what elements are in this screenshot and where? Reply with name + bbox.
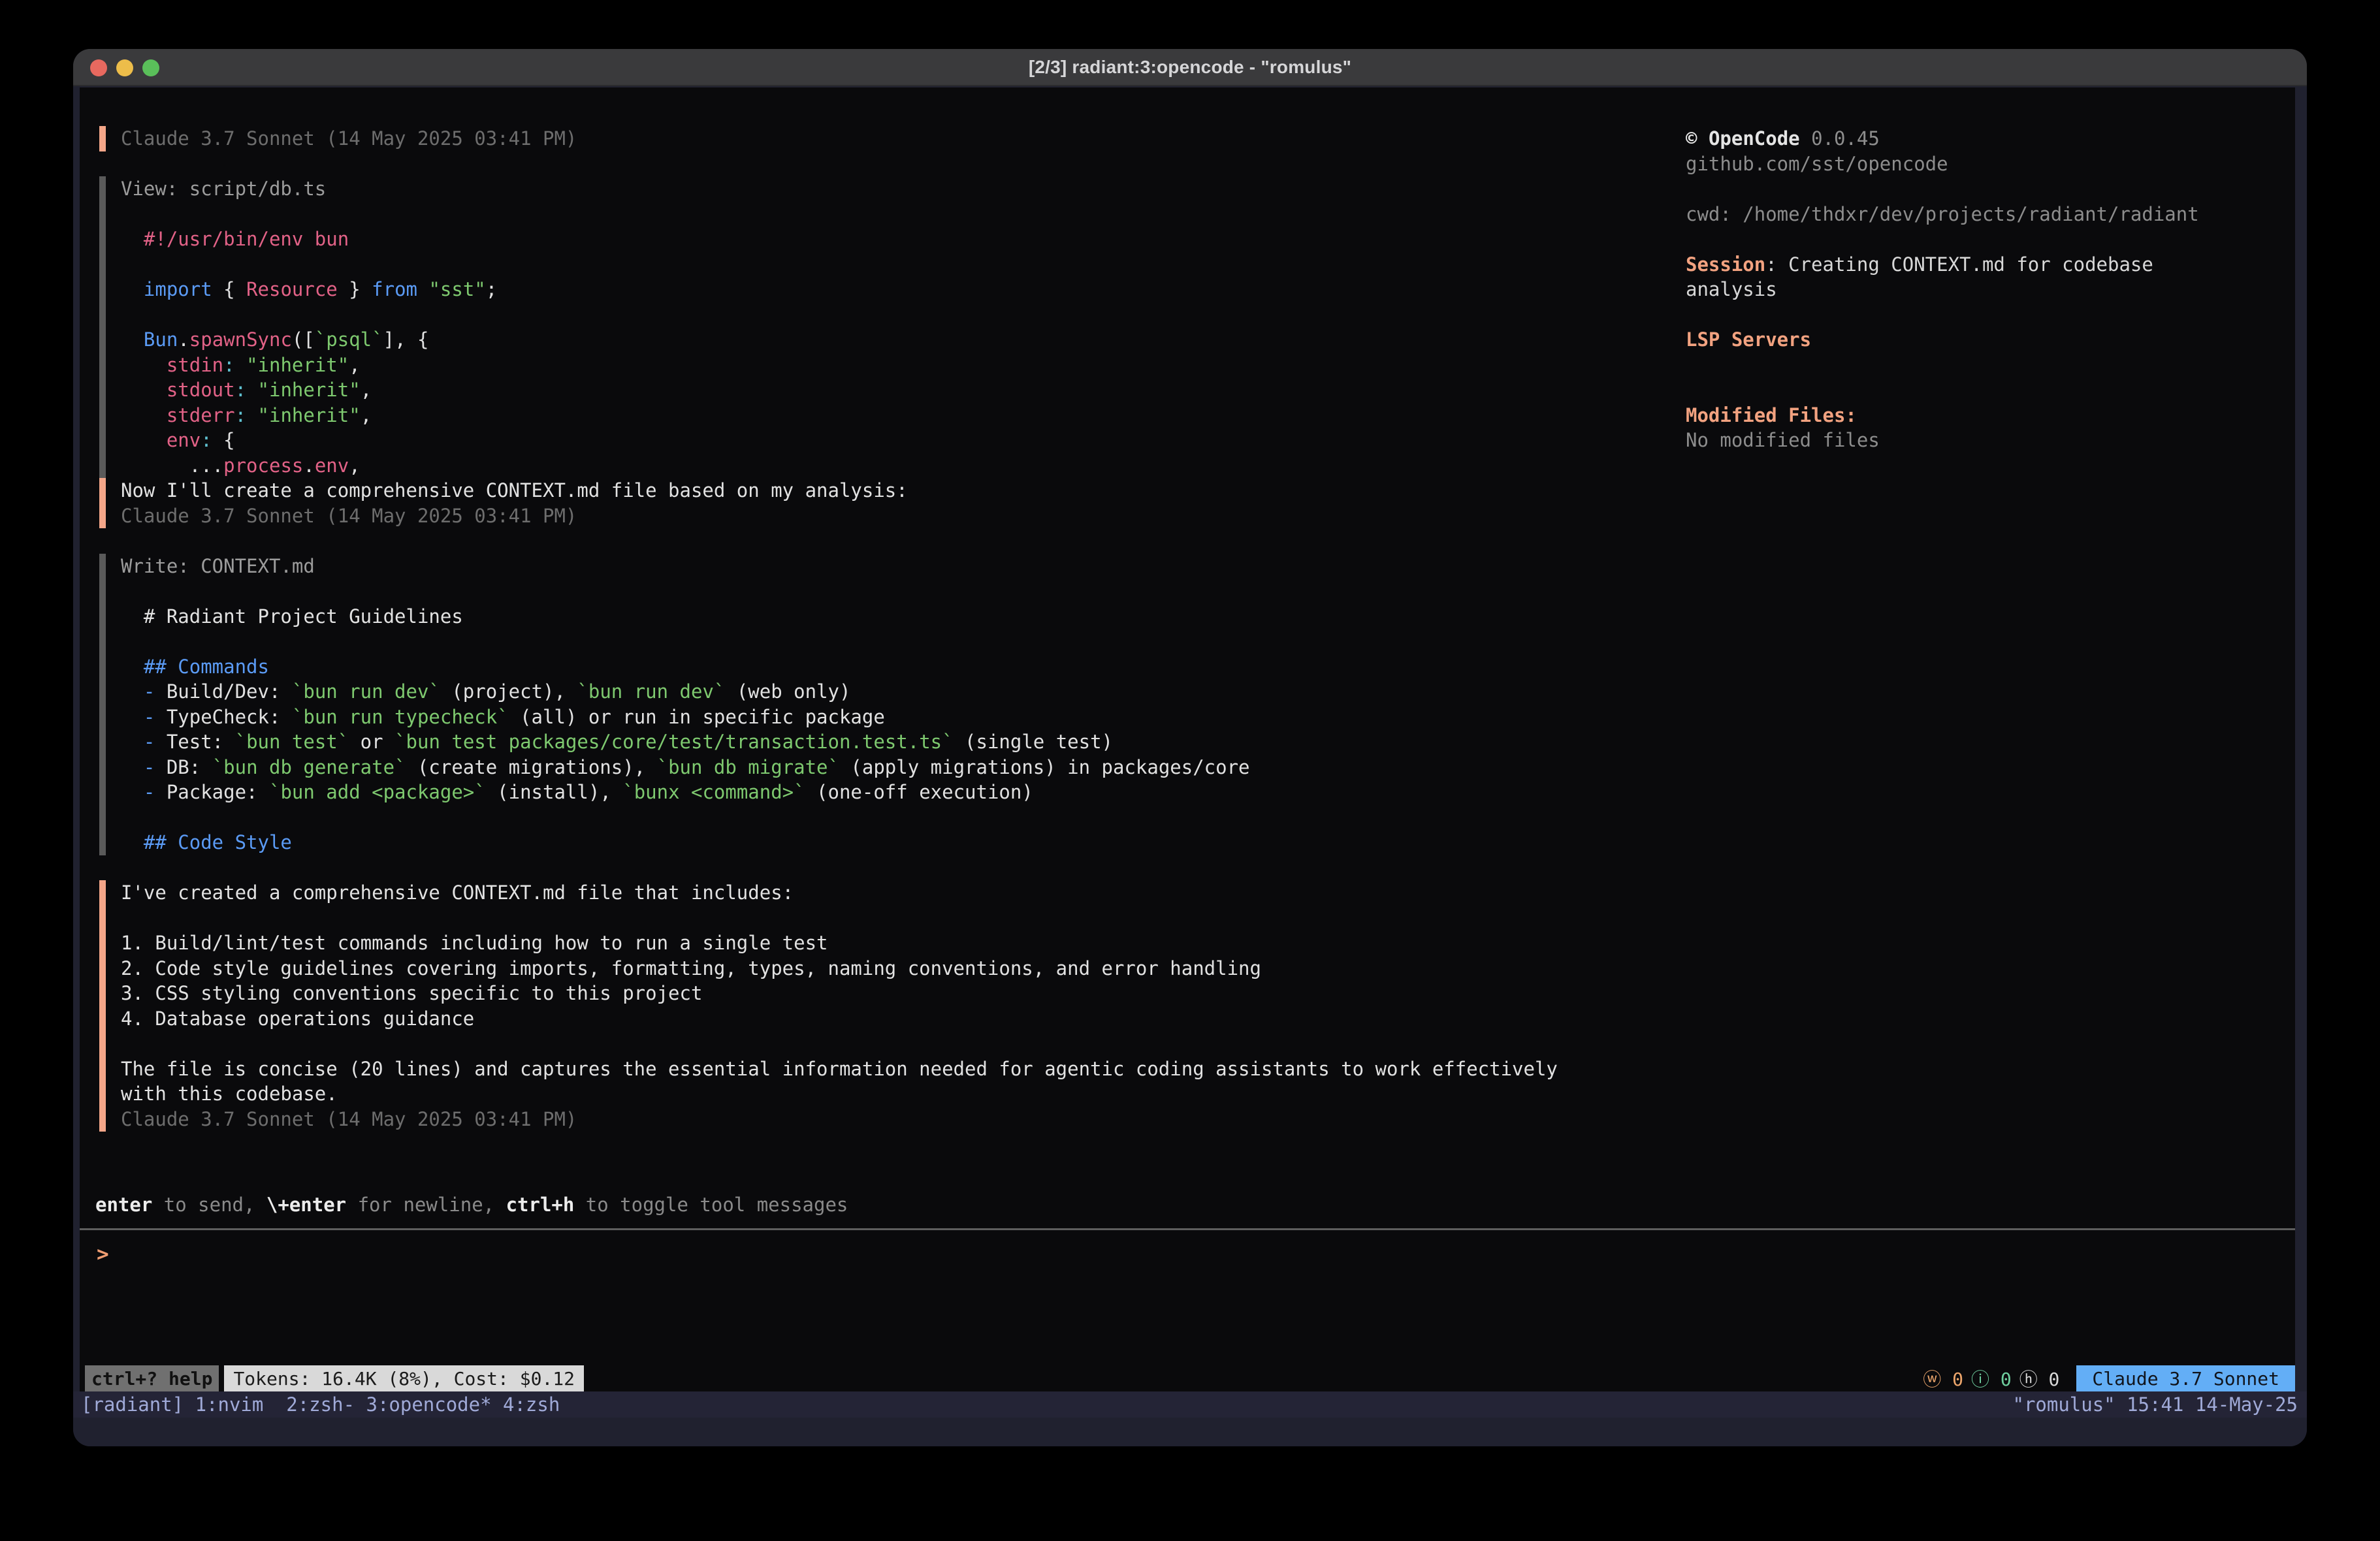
app-name: OpenCode [1709, 127, 1800, 150]
session-title-line1: Session: Creating CONTEXT.md for codebas… [1686, 252, 2287, 278]
message-block: View: script/db.ts #!/usr/bin/env bun im… [99, 176, 1654, 478]
chat-line [121, 906, 1654, 931]
message-block: Now I'll create a comprehensive CONTEXT.… [99, 478, 1654, 528]
chat-transcript: Claude 3.7 Sonnet (14 May 2025 03:41 PM)… [99, 126, 1654, 1132]
status-bar: ctrl+? help Tokens: 16.4K (8%), Cost: $0… [80, 1365, 2295, 1391]
tmux-window-list[interactable]: [radiant] 1:nvim 2:zsh- 3:opencode* 4:zs… [81, 1393, 560, 1416]
chat-line: stdin: "inherit", [121, 353, 1654, 378]
terminal-window: [2/3] radiant:3:opencode - "romulus" Cla… [73, 49, 2307, 1446]
info-count-icon: ⓘ 0 [1971, 1365, 2012, 1391]
cwd-line: cwd: /home/thdxr/dev/projects/radiant/ra… [1686, 202, 2287, 227]
chat-line: Claude 3.7 Sonnet (14 May 2025 03:41 PM) [121, 503, 1654, 529]
session-title-line2: analysis [1686, 277, 2287, 302]
chat-line: - Test: `bun test` or `bun test packages… [121, 729, 1654, 755]
tokens-cost-badge: Tokens: 16.4K (8%), Cost: $0.12 [224, 1365, 584, 1391]
close-button-icon[interactable] [90, 59, 107, 76]
help-badge[interactable]: ctrl+? help [85, 1365, 219, 1391]
window-title: [2/3] radiant:3:opencode - "romulus" [1029, 57, 1351, 78]
message-block: I've created a comprehensive CONTEXT.md … [99, 880, 1654, 1132]
chat-line: ...process.env, [121, 453, 1654, 479]
chat-line: 1. Build/lint/test commands including ho… [121, 930, 1654, 956]
chat-line: 3. CSS styling conventions specific to t… [121, 981, 1654, 1006]
model-badge[interactable]: Claude 3.7 Sonnet [2076, 1365, 2295, 1391]
chat-line [121, 629, 1654, 654]
chat-line: Now I'll create a comprehensive CONTEXT.… [121, 478, 1654, 503]
chat-line: 4. Database operations guidance [121, 1006, 1654, 1032]
chat-line: - Package: `bun add <package>` (install)… [121, 780, 1654, 805]
diagnostics-counters: ⓦ 0 ⓘ 0 ⓗ 0 [1923, 1365, 2059, 1391]
keybinding-hints: enter to send, \+enter for newline, ctrl… [95, 1192, 848, 1218]
chat-line: import { Resource } from "sst"; [121, 277, 1654, 302]
warnings-count-icon: ⓦ 0 [1923, 1365, 1963, 1391]
repo-link: github.com/sst/opencode [1686, 151, 2287, 177]
chat-line: ## Code Style [121, 830, 1654, 855]
chat-line [121, 1031, 1654, 1056]
chat-line: Claude 3.7 Sonnet (14 May 2025 03:41 PM) [121, 126, 1654, 151]
terminal-viewport: Claude 3.7 Sonnet (14 May 2025 03:41 PM)… [73, 87, 2307, 1446]
message-block: Write: CONTEXT.md # Radiant Project Guid… [99, 554, 1654, 855]
opencode-tui: Claude 3.7 Sonnet (14 May 2025 03:41 PM)… [80, 87, 2295, 1391]
hints-count-icon: ⓗ 0 [2019, 1365, 2060, 1391]
modified-files-heading: Modified Files: [1686, 403, 2287, 428]
statusbar-spacer [584, 1365, 1923, 1391]
chat-line: with this codebase. [121, 1081, 1654, 1107]
chat-line: stdout: "inherit", [121, 377, 1654, 403]
input-divider [80, 1228, 2295, 1230]
app-version: 0.0.45 [1811, 127, 1880, 150]
chat-line: Bun.spawnSync([`psql`], { [121, 327, 1654, 353]
chat-line: env: { [121, 428, 1654, 453]
chat-line: - DB: `bun db generate` (create migratio… [121, 755, 1654, 780]
chat-line: The file is concise (20 lines) and captu… [121, 1056, 1654, 1082]
prompt-symbol: > [97, 1243, 109, 1266]
chat-line: View: script/db.ts [121, 176, 1654, 202]
tmux-status-bar: [radiant] 1:nvim 2:zsh- 3:opencode* 4:zs… [73, 1391, 2307, 1418]
session-label: Session [1686, 253, 1765, 276]
chat-line [121, 202, 1654, 227]
chat-line: #!/usr/bin/env bun [121, 227, 1654, 252]
modified-files-empty: No modified files [1686, 428, 2287, 453]
session-sidebar: © OpenCode 0.0.45 github.com/sst/opencod… [1686, 126, 2287, 453]
copyright-icon: © [1686, 127, 1697, 150]
chat-line: Claude 3.7 Sonnet (14 May 2025 03:41 PM) [121, 1107, 1654, 1132]
chat-line [121, 252, 1654, 278]
tmux-host-clock: "romulus" 15:41 14-May-25 [2013, 1393, 2298, 1416]
chat-line: - TypeCheck: `bun run typecheck` (all) o… [121, 705, 1654, 730]
chat-line: I've created a comprehensive CONTEXT.md … [121, 880, 1654, 906]
chat-line [121, 805, 1654, 831]
chat-line: - Build/Dev: `bun run dev` (project), `b… [121, 679, 1654, 705]
traffic-lights [90, 49, 159, 86]
chat-line: ## Commands [121, 654, 1654, 680]
chat-line: # Radiant Project Guidelines [121, 604, 1654, 629]
chat-line: Write: CONTEXT.md [121, 554, 1654, 579]
app-version-line: © OpenCode 0.0.45 [1686, 126, 2287, 151]
chat-line: stderr: "inherit", [121, 403, 1654, 428]
message-input[interactable]: > [97, 1242, 2252, 1281]
chat-line: 2. Code style guidelines covering import… [121, 956, 1654, 981]
chat-line [121, 302, 1654, 328]
message-block: Claude 3.7 Sonnet (14 May 2025 03:41 PM) [99, 126, 1654, 151]
zoom-button-icon[interactable] [142, 59, 159, 76]
lsp-servers-heading: LSP Servers [1686, 327, 2287, 353]
minimize-button-icon[interactable] [116, 59, 133, 76]
chat-line [121, 579, 1654, 604]
window-titlebar[interactable]: [2/3] radiant:3:opencode - "romulus" [73, 49, 2307, 86]
